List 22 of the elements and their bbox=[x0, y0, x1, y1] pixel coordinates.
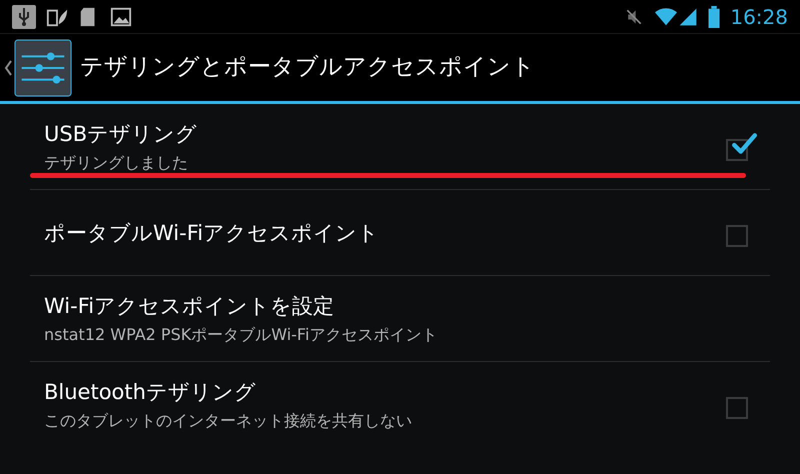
back-chevron-icon bbox=[4, 60, 12, 76]
wifi-icon bbox=[654, 6, 678, 28]
settings-row[interactable]: Wi-Fiアクセスポイントを設定 nstat12 WPA2 PSKポータブルWi-Fiアクセスポイント bbox=[30, 276, 770, 362]
setting-title: Bluetoothテザリング bbox=[44, 379, 257, 405]
checkbox[interactable] bbox=[726, 130, 756, 162]
setting-summary: テザリングしました bbox=[44, 152, 189, 172]
settings-row[interactable]: USBテザリング テザリングしました bbox=[30, 104, 770, 190]
usb-icon bbox=[12, 4, 36, 28]
clock: 16:28 bbox=[730, 4, 788, 30]
setting-title: ポータブルWi-Fiアクセスポイント bbox=[44, 220, 380, 246]
screen-title: テザリングとポータブルアクセスポイント bbox=[80, 53, 535, 82]
setting-summary: nstat12 WPA2 PSKポータブルWi-Fiアクセスポイント bbox=[44, 324, 438, 344]
setting-summary: このタブレットのインターネット接続を共有しない bbox=[44, 411, 413, 431]
signal-icon bbox=[678, 6, 698, 28]
checkmark-icon bbox=[731, 130, 757, 156]
settings-row[interactable]: ポータブルWi-Fiアクセスポイント bbox=[30, 190, 770, 276]
image-icon bbox=[110, 6, 132, 28]
settings-row[interactable]: Bluetoothテザリング このタブレットのインターネット接続を共有しない bbox=[30, 362, 770, 448]
setting-title: Wi-Fiアクセスポイントを設定 bbox=[44, 292, 336, 318]
battery-icon bbox=[708, 6, 720, 28]
setting-title: USBテザリング bbox=[44, 120, 198, 146]
settings-sliders-icon bbox=[14, 38, 72, 96]
